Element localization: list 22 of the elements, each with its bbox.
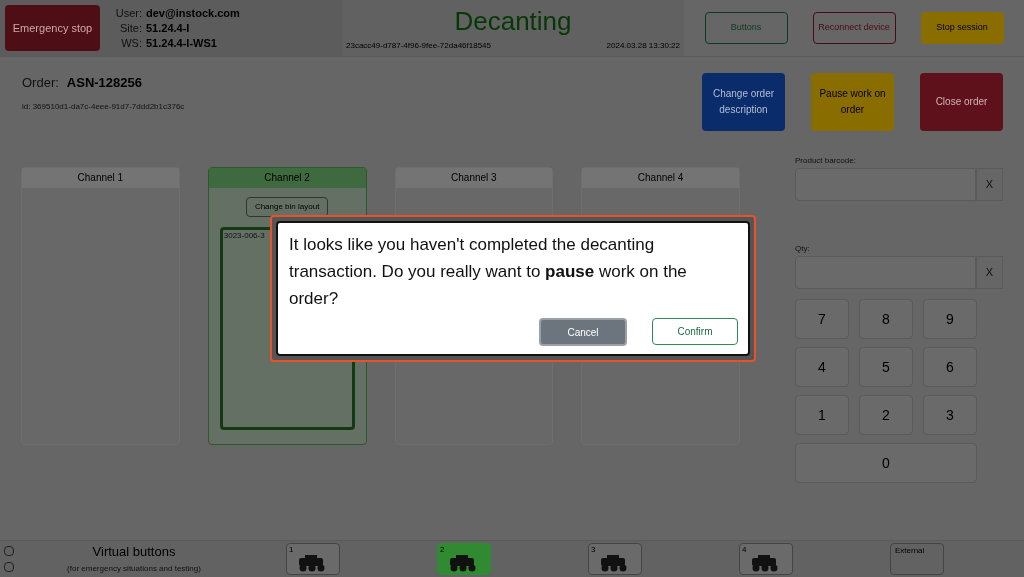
info-label: WS: bbox=[120, 35, 142, 51]
channel-title: Channel 3 bbox=[395, 168, 553, 188]
info-label: User: bbox=[114, 5, 142, 21]
dialog-message: It looks like you haven't completed the decanting transaction. Do you really want to pause work on the order? bbox=[289, 234, 688, 310]
page-title: Decanting bbox=[454, 5, 572, 38]
channel-title: Channel 1 bbox=[22, 168, 179, 188]
virtual-buttons-subtitle: (for emergency situations and testing) bbox=[67, 562, 201, 575]
date-time: 2024.03.28 13:30:22 bbox=[606, 40, 680, 52]
virtual-buttons-title: Virtual buttons bbox=[92, 543, 176, 560]
order-id: id: 369510d1-da7c-4eee-91d7-7ddd2b1c376c bbox=[22, 100, 185, 113]
channel-title: Channel 4 bbox=[582, 168, 739, 188]
bin-label: 3023-006-3 bbox=[223, 231, 265, 241]
session-id: 23cacc49-d787-4f96-9fee-72da46f18545 bbox=[346, 40, 491, 52]
info-value: dev@instock.com bbox=[146, 5, 240, 21]
order-number: ASN-128256 bbox=[66, 74, 142, 92]
info-label: Site: bbox=[119, 20, 142, 36]
info-value: 51.24.4-I bbox=[146, 20, 190, 36]
channel-title: Channel 2 bbox=[208, 168, 366, 188]
field-label: Qty: bbox=[795, 243, 811, 255]
field-label: Product barcode: bbox=[795, 155, 857, 167]
info-value: 51.24.4-I-WS1 bbox=[146, 35, 217, 51]
order-label: Order: bbox=[22, 74, 59, 92]
